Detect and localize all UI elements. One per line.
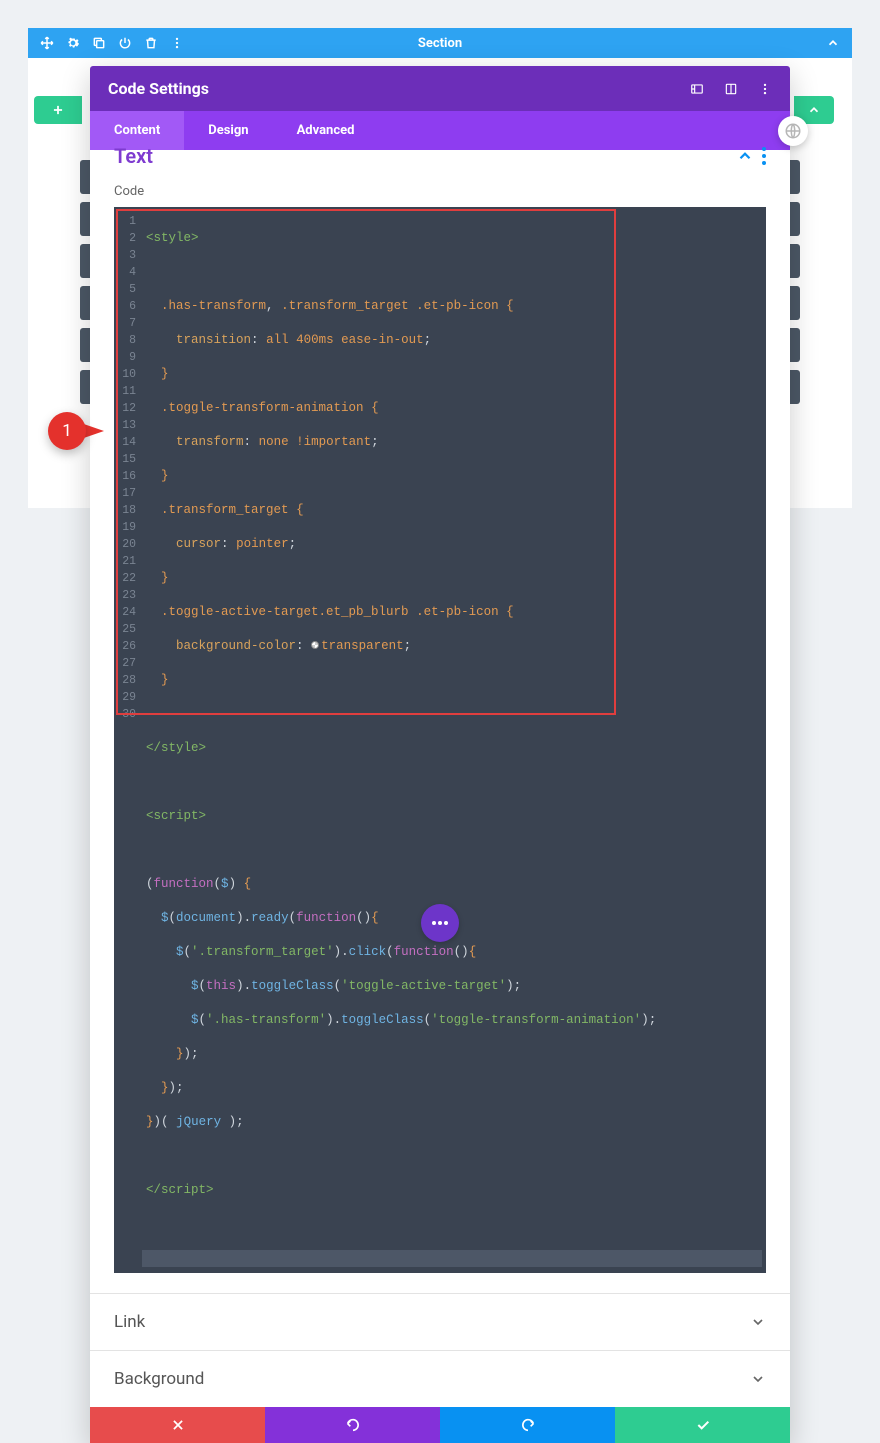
dots-icon — [431, 920, 449, 926]
duplicate-icon[interactable] — [92, 36, 106, 50]
gear-icon[interactable] — [66, 36, 80, 50]
responsive-icon[interactable] — [690, 82, 704, 96]
code-settings-modal: Code Settings Content Design Advanced Te… — [90, 66, 790, 1443]
modal-header: Code Settings — [90, 66, 790, 111]
code-editor[interactable]: 1234567891011121314151617181920212223242… — [114, 207, 766, 1273]
move-icon[interactable] — [40, 36, 54, 50]
code-gutter: 1234567891011121314151617181920212223242… — [114, 213, 140, 723]
power-icon[interactable] — [118, 36, 132, 50]
save-button[interactable] — [615, 1407, 790, 1443]
globe-icon — [784, 122, 802, 140]
undo-button[interactable] — [265, 1407, 440, 1443]
modal-footer — [90, 1407, 790, 1443]
redo-button[interactable] — [440, 1407, 615, 1443]
cancel-button[interactable] — [90, 1407, 265, 1443]
code-content[interactable]: <style> .has-transform, .transform_targe… — [114, 213, 766, 1267]
section-toolbar — [28, 36, 184, 50]
chevron-down-icon — [750, 1314, 766, 1330]
modal-title: Code Settings — [108, 79, 209, 98]
tab-advanced[interactable]: Advanced — [273, 111, 379, 150]
fab-more[interactable] — [421, 904, 459, 942]
help-bubble[interactable] — [778, 116, 808, 146]
section-collapse[interactable] — [826, 36, 852, 50]
chevron-down-icon — [750, 1371, 766, 1387]
trash-icon[interactable] — [144, 36, 158, 50]
section-header: Section — [28, 28, 852, 58]
chevron-up-icon[interactable] — [736, 147, 754, 165]
more-icon[interactable] — [758, 82, 772, 96]
code-label: Code — [90, 184, 790, 199]
more-icon[interactable] — [762, 147, 766, 165]
undo-icon — [345, 1417, 361, 1433]
close-icon — [171, 1418, 185, 1432]
tab-design[interactable]: Design — [184, 111, 272, 150]
row-handle[interactable] — [34, 96, 82, 124]
accordion-background[interactable]: Background — [90, 1350, 790, 1407]
modal-body: Text Code 123456789101112131415161718192… — [90, 144, 790, 1407]
accordion-link[interactable]: Link — [90, 1293, 790, 1350]
redo-icon — [520, 1417, 536, 1433]
column-icon[interactable] — [724, 82, 738, 96]
check-icon — [695, 1417, 711, 1433]
more-icon[interactable] — [170, 36, 184, 50]
